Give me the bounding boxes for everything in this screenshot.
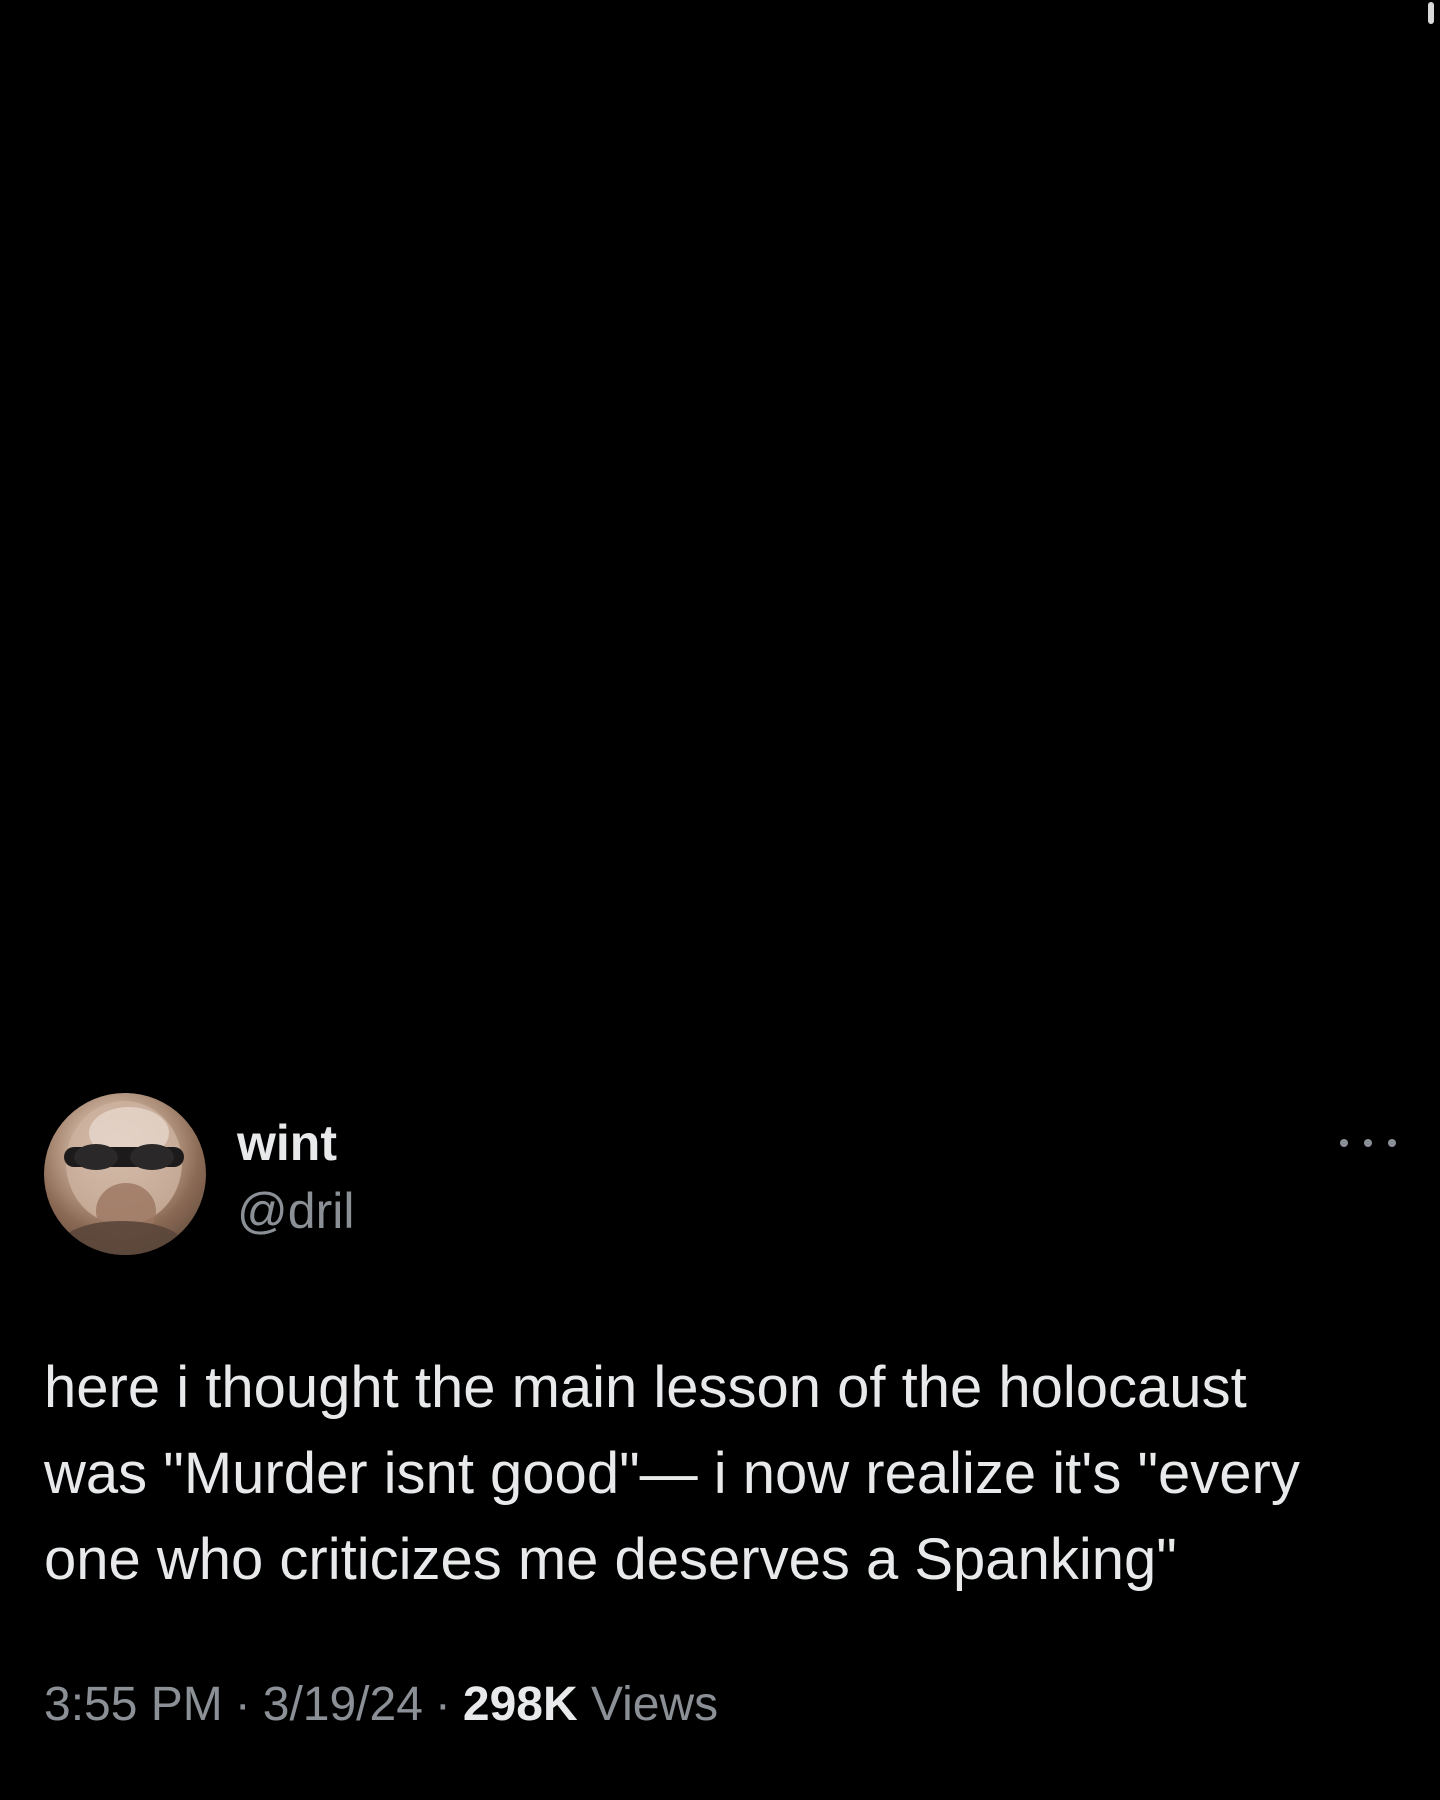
- tweet: wint @dril here i thought the main lesso…: [44, 1093, 1396, 1733]
- meta-separator: ·: [234, 1678, 251, 1731]
- handle[interactable]: @dril: [237, 1183, 354, 1239]
- tweet-meta: 3:55 PM · 3/19/24 · 298K Views: [44, 1677, 1396, 1733]
- scrollbar[interactable]: [1428, 2, 1434, 24]
- tweet-date[interactable]: 3/19/24: [263, 1678, 423, 1731]
- views-count[interactable]: 298K: [463, 1678, 578, 1731]
- more-dot: [1364, 1139, 1372, 1147]
- author-identity[interactable]: wint @dril: [237, 1115, 354, 1239]
- meta-separator: ·: [434, 1678, 451, 1731]
- tweet-time[interactable]: 3:55 PM: [44, 1678, 223, 1731]
- tweet-header: wint @dril: [44, 1093, 1396, 1259]
- more-dot: [1388, 1139, 1396, 1147]
- user-avatar-photo: [62, 1101, 184, 1255]
- avatar[interactable]: [44, 1093, 206, 1255]
- more-dot: [1340, 1139, 1348, 1147]
- views-label: Views: [590, 1678, 719, 1731]
- display-name[interactable]: wint: [237, 1115, 354, 1171]
- more-dots-icon[interactable]: [1340, 1131, 1396, 1155]
- tweet-text: here i thought the main lesson of the ho…: [44, 1355, 1300, 1592]
